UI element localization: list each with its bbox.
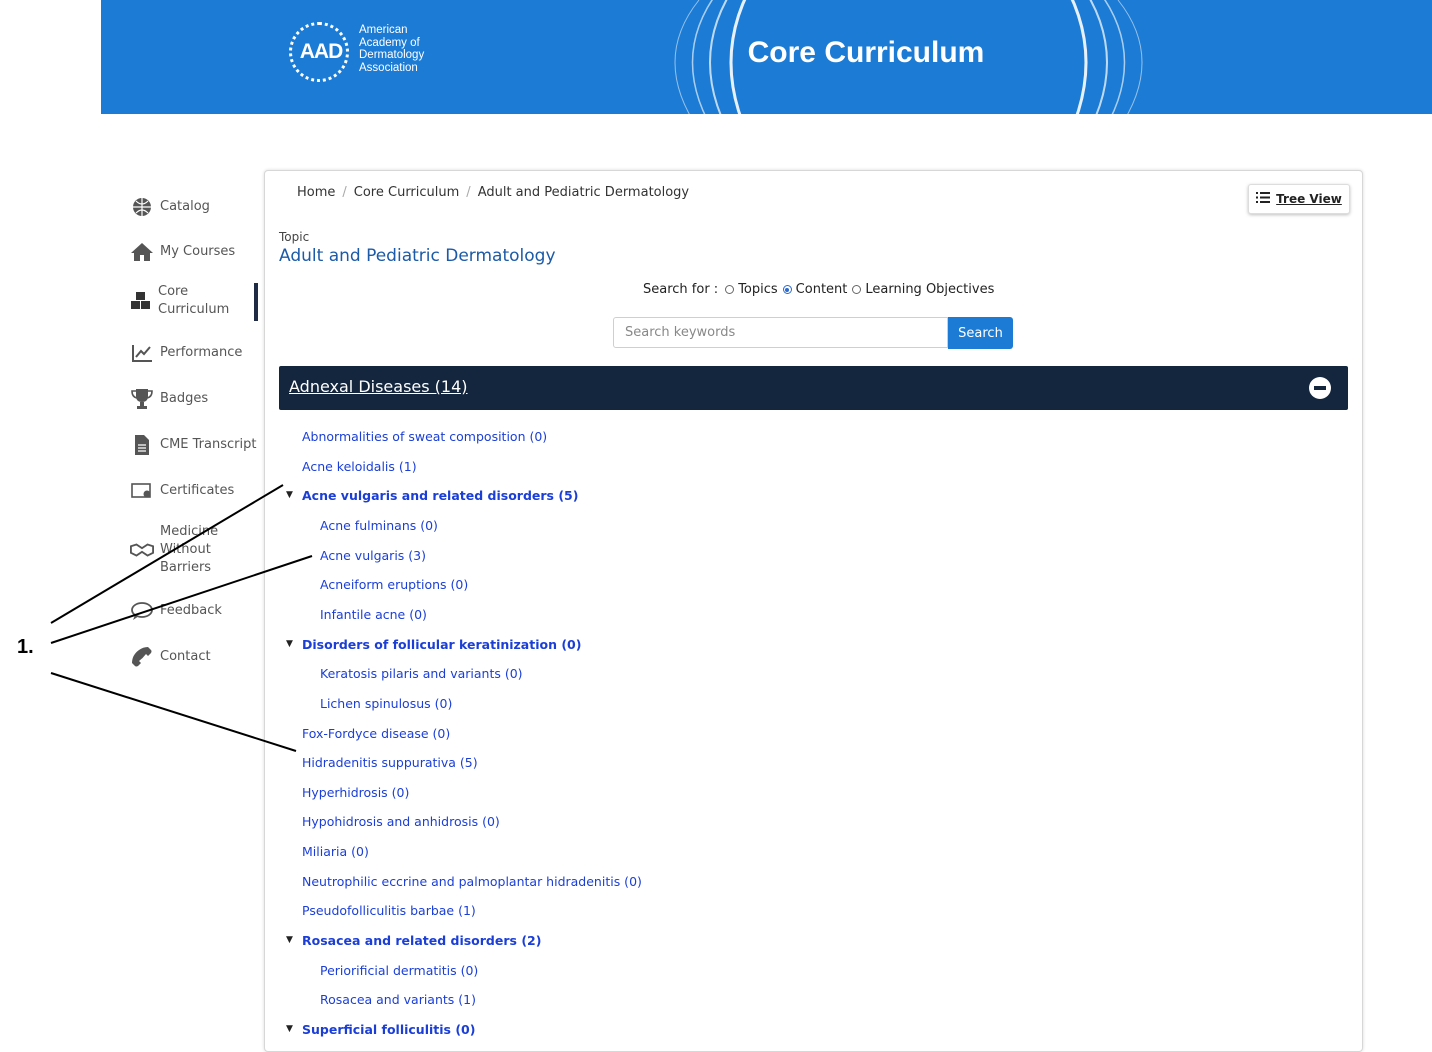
sidebar-item-label: Badges [160,391,209,406]
tree-subtopic-link[interactable]: Lichen spinulosus (0) [320,696,452,711]
sidebar-item-cme-transcript[interactable]: CME Transcript [130,434,256,456]
breadcrumb-separator: / [466,185,471,200]
logo-line: American [359,24,408,36]
topic-title: Adult and Pediatric Dermatology [279,246,556,266]
sidebar-item-label: Medicine Without Barriers [160,524,219,575]
radio-label: Content [795,282,848,297]
sidebar-item-medicine-without-barriers[interactable]: Medicine Without Barriers [130,523,240,577]
logo-line: Dermatology [359,49,425,61]
tree-topic-link[interactable]: Superficial folliculitis (0) [302,1022,475,1037]
radio-circle-selected[interactable] [782,285,792,294]
logo-line: Academy of [359,36,420,49]
breadcrumb-core-curriculum[interactable]: Core Curriculum [354,185,460,200]
tree-topic-link[interactable]: Pseudofolliculitis barbae (1) [302,903,476,918]
topic-label: Topic [279,230,310,244]
tree-subtopic-link[interactable]: Acneiform eruptions (0) [320,577,468,592]
tree-topic-link[interactable]: Rosacea and related disorders (2) [302,933,541,948]
tree-subtopic-link[interactable]: Infantile acne (0) [320,607,427,622]
search-for-options: Search for : Topics Content Learning Obj… [643,282,994,297]
sidebar-item-label: My Courses [160,244,236,259]
list-icon [1256,192,1271,206]
sidebar-item-label: Performance [160,345,243,360]
tree-topic-link[interactable]: Miliaria (0) [302,844,369,859]
tree-topic-link[interactable]: Acne keloidalis (1) [302,459,417,474]
tree-subtopic-link[interactable]: Acne fulminans (0) [320,518,438,533]
tree-subtopic-link[interactable]: Periorificial dermatitis (0) [320,963,478,978]
tree-topic-link[interactable]: Hyperhidrosis (0) [302,785,409,800]
radio-circle[interactable] [725,285,735,294]
handshake-icon [130,539,154,561]
tree-view-label: Tree View [1276,192,1342,206]
tree-topic-link[interactable]: Disorders of follicular keratinization (… [302,637,581,652]
sidebar-item-label: Feedback [160,603,222,618]
tree-topic-link[interactable]: Neutrophilic eccrine and palmoplantar hi… [302,874,642,889]
section-title[interactable]: Adnexal Diseases (14) [289,377,468,396]
radio-content[interactable]: Content [782,282,848,297]
sidebar-item-catalog[interactable]: Catalog [130,196,210,218]
callout-number: 1. [17,636,34,658]
sidebar-item-label: CME Transcript [160,437,257,452]
globe-icon [130,196,154,218]
sidebar-item-core-curriculum[interactable]: Core Curriculum [130,283,230,319]
breadcrumb-current: Adult and Pediatric Dermatology [477,185,690,200]
trophy-icon [130,388,154,410]
phone-icon [130,646,154,668]
tree-subtopic-link[interactable]: Rosacea and variants (1) [320,992,476,1007]
sidebar-item-label: Contact [160,649,211,664]
tree-topic-link[interactable]: Abnormalities of sweat composition (0) [302,429,547,444]
sidebar-item-contact[interactable]: Contact [130,646,211,668]
main-panel: Home / Core Curriculum / Adult and Pediatric… [264,170,1363,1052]
tree-subtopic-link[interactable]: Keratosis pilaris and variants (0) [320,666,523,681]
tree-topic-link[interactable]: Hypohidrosis and anhidrosis (0) [302,814,500,829]
search-button[interactable]: Search [948,317,1013,349]
breadcrumb: Home / Core Curriculum / Adult and Pediatric… [297,185,689,200]
expand-caret-icon[interactable]: ▼ [286,639,293,649]
collapse-icon[interactable] [1309,377,1331,399]
breadcrumb-separator: / [342,185,347,200]
tree-view-button[interactable]: Tree View [1248,184,1350,214]
expand-caret-icon[interactable]: ▼ [286,490,293,500]
radio-topics[interactable]: Topics [725,282,778,297]
sidebar-item-badges[interactable]: Badges [130,388,208,410]
cubes-icon [130,290,152,312]
radio-label: Learning Objectives [865,282,995,297]
sidebar-item-label: Catalog [160,199,210,214]
logo-mark: AAD [299,40,344,63]
radio-label: Topics [738,282,778,297]
search-for-label: Search for : [643,282,719,297]
aad-logo[interactable]: AAD American Academy of Dermatology Asso… [289,22,439,90]
breadcrumb-home[interactable]: Home [297,185,335,200]
header-banner: AAD American Academy of Dermatology Asso… [101,0,1432,114]
sidebar-item-label: Certificates [160,483,235,498]
tree-subtopic-link[interactable]: Acne vulgaris (3) [320,548,426,563]
document-icon [130,434,154,456]
home-icon [130,241,154,263]
sidebar-item-label: Core Curriculum [158,284,230,317]
tree-topic-link[interactable]: Acne vulgaris and related disorders (5) [302,488,578,503]
callout-line [50,672,297,752]
radio-circle[interactable] [852,285,862,294]
radio-learning-objectives[interactable]: Learning Objectives [852,282,994,297]
expand-caret-icon[interactable]: ▼ [286,1024,293,1034]
tree-topic-link[interactable]: Fox-Fordyce disease (0) [302,726,450,741]
sidebar-item-performance[interactable]: Performance [130,342,242,364]
logo-text: American Academy of Dermatology Associat… [359,24,449,74]
active-indicator [254,283,258,321]
sidebar-item-feedback[interactable]: Feedback [130,600,222,622]
chart-icon [130,342,154,364]
logo-line: Association [359,61,418,74]
sidebar-item-certificates[interactable]: Certificates [130,480,234,502]
banner-title: Core Curriculum [747,36,985,69]
comment-icon [130,600,154,622]
tree-topic-link[interactable]: Hidradenitis suppurativa (5) [302,755,478,770]
sidebar-item-my-courses[interactable]: My Courses [130,241,235,263]
certificate-icon [130,480,154,502]
search-input[interactable]: Search keywords [613,317,948,348]
expand-caret-icon[interactable]: ▼ [286,935,293,945]
section-header-adnexal-diseases[interactable]: Adnexal Diseases (14) [279,366,1348,410]
